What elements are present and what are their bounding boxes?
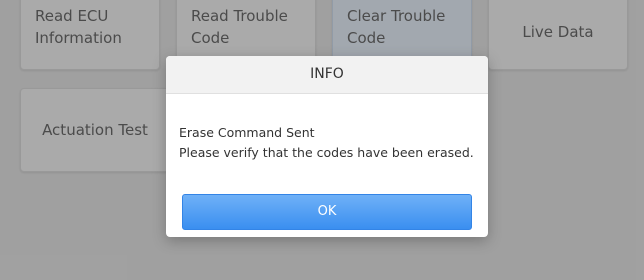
dialog-message: Erase Command Sent Please verify that th…	[179, 123, 479, 163]
dialog-message-line2: Please verify that the codes have been e…	[179, 145, 474, 160]
dialog-message-line1: Erase Command Sent	[179, 125, 315, 140]
ok-button[interactable]: OK	[182, 194, 472, 230]
info-dialog: INFO Erase Command Sent Please verify th…	[166, 56, 488, 237]
dialog-title: INFO	[166, 56, 488, 94]
